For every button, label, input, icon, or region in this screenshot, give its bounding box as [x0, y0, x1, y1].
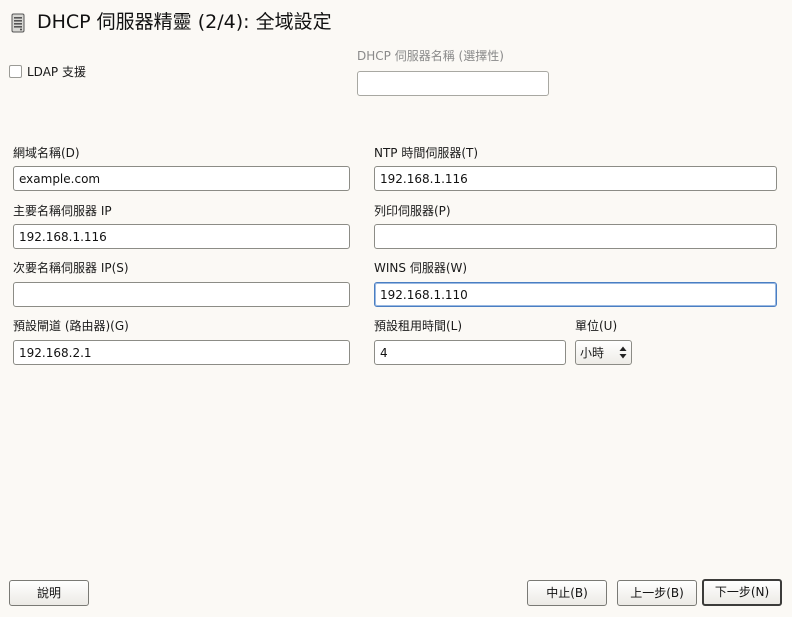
lease-time-label: 預設租用時間(L) [374, 319, 463, 333]
print-server-label: 列印伺服器(P) [374, 204, 451, 218]
next-button[interactable]: 下一步(N) [702, 579, 782, 606]
lease-time-input[interactable] [374, 340, 566, 365]
abort-button[interactable]: 中止(B) [527, 580, 607, 606]
unit-select-value: 小時 [580, 346, 605, 360]
unit-select[interactable]: 小時 [575, 340, 632, 365]
back-button[interactable]: 上一步(B) [617, 580, 697, 606]
secondary-dns-label: 次要名稱伺服器 IP(S) [13, 261, 129, 275]
server-name-label: DHCP 伺服器名稱 (選擇性) [357, 49, 504, 63]
server-wizard-icon [9, 13, 27, 33]
print-server-input[interactable] [374, 224, 777, 249]
default-gateway-label: 預設閘道 (路由器)(G) [13, 319, 129, 333]
ldap-support-checkbox[interactable] [9, 65, 22, 78]
server-name-input[interactable] [357, 71, 549, 96]
ntp-server-input[interactable] [374, 166, 777, 191]
default-gateway-input[interactable] [13, 340, 350, 365]
ldap-support-label[interactable]: LDAP 支援 [27, 64, 86, 80]
domain-name-label: 網域名稱(D) [13, 146, 80, 160]
ntp-server-label: NTP 時間伺服器(T) [374, 146, 479, 160]
unit-label: 單位(U) [575, 319, 618, 333]
up-down-arrows-icon [618, 344, 628, 361]
page-title: DHCP 伺服器精靈 (2/4): 全域設定 [37, 11, 332, 33]
wins-server-label: WINS 伺服器(W) [374, 261, 468, 275]
wins-server-input[interactable] [374, 282, 777, 307]
secondary-dns-input[interactable] [13, 282, 350, 307]
help-button[interactable]: 說明 [9, 580, 89, 606]
primary-dns-label: 主要名稱伺服器 IP [13, 204, 112, 218]
primary-dns-input[interactable] [13, 224, 350, 249]
domain-name-input[interactable] [13, 166, 350, 191]
